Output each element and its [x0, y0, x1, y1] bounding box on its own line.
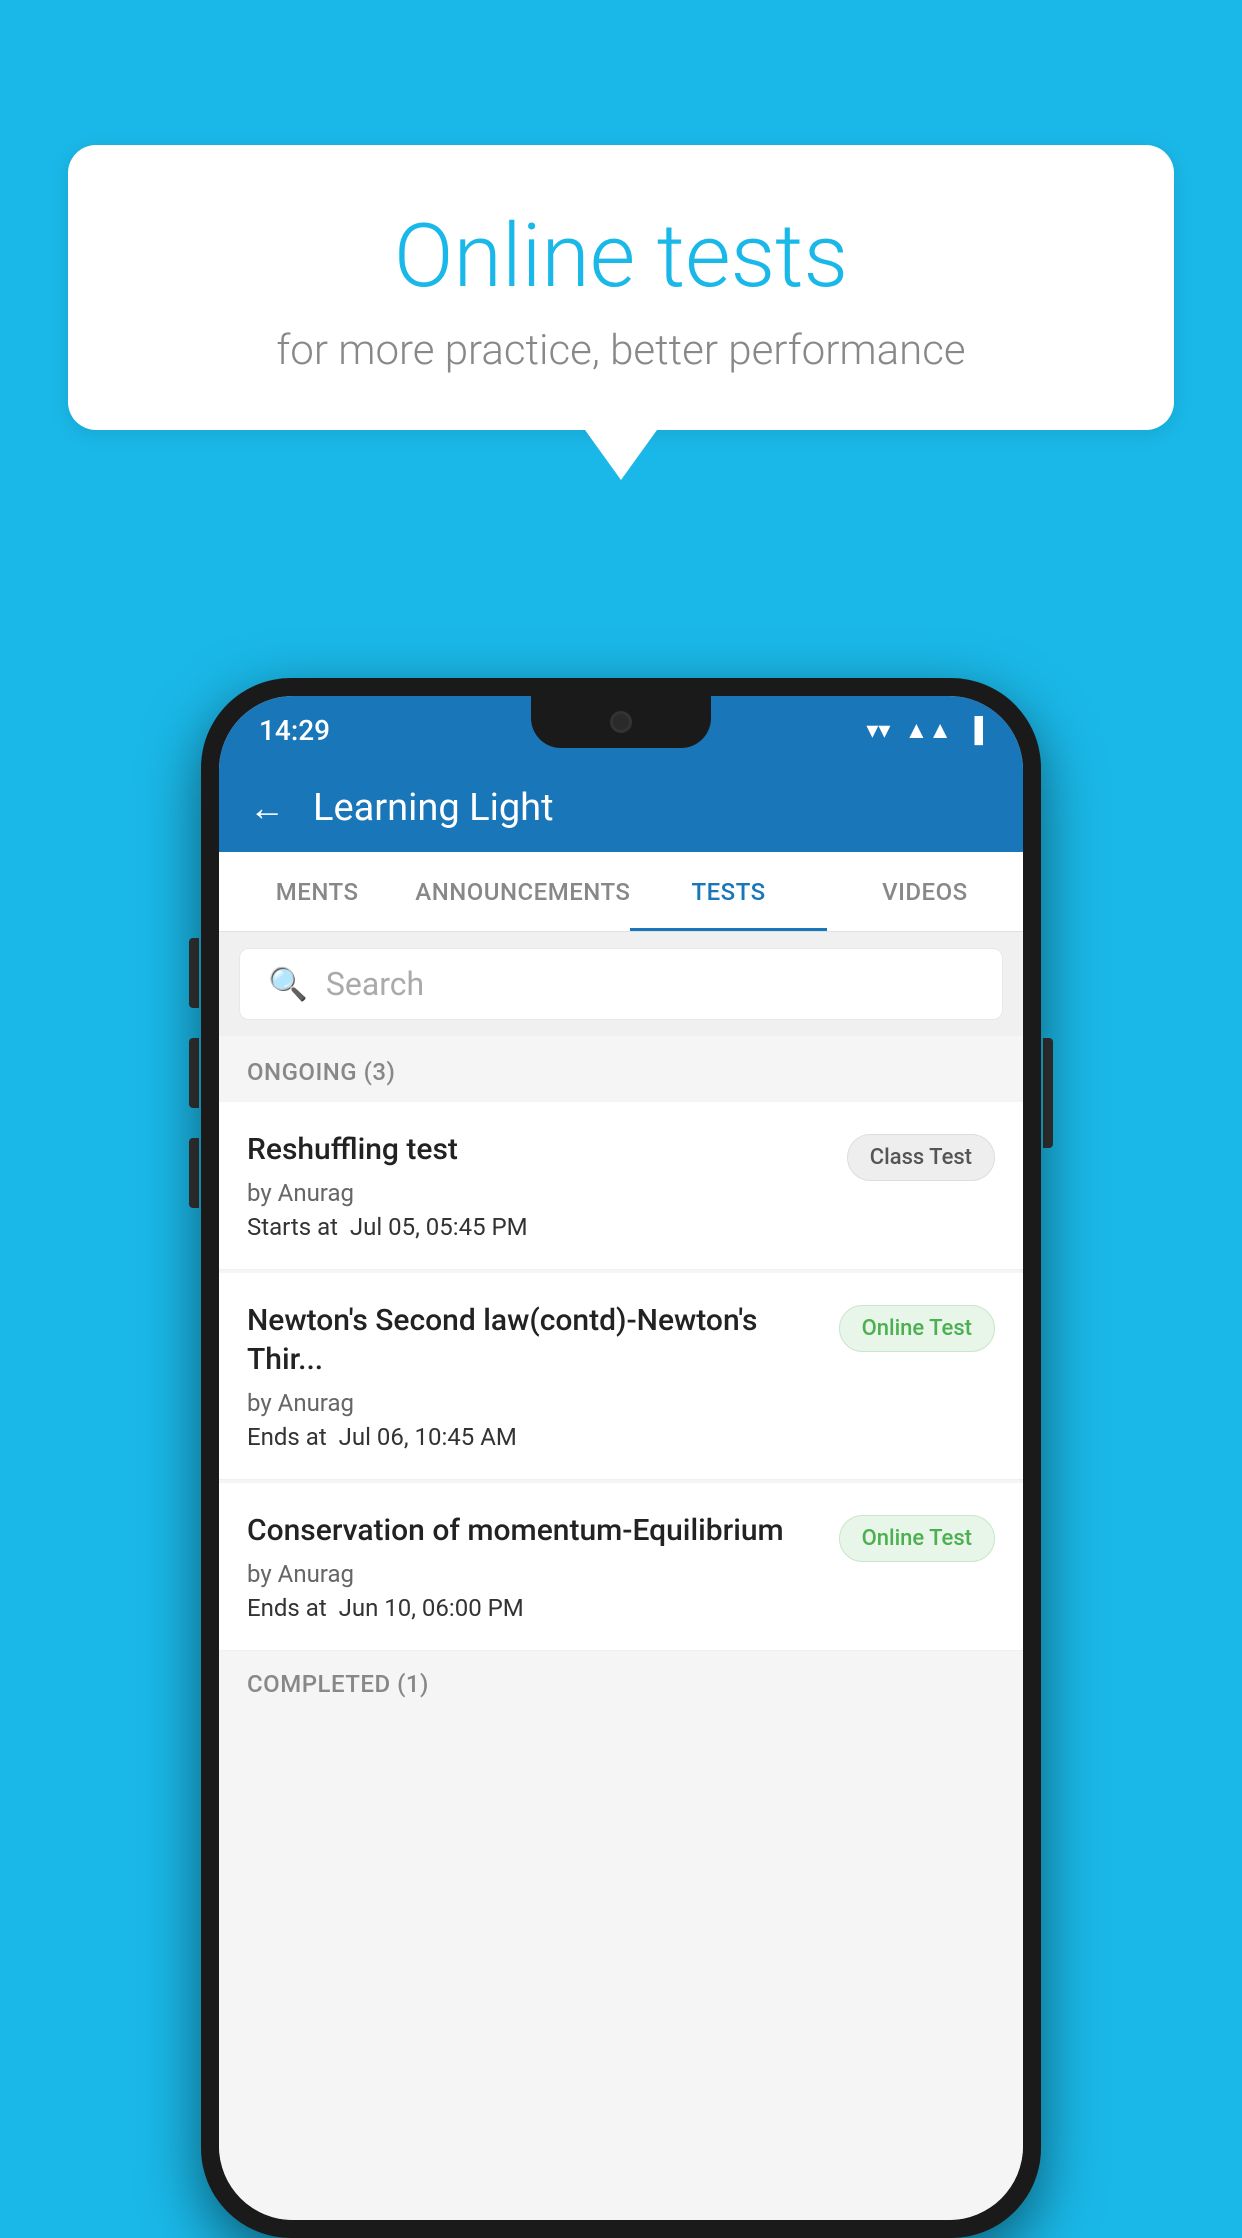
- signal-icon: ▲▲: [904, 716, 952, 745]
- badge-online-test-3: Online Test: [839, 1515, 995, 1562]
- search-container: 🔍 Search: [219, 932, 1023, 1036]
- app-title: Learning Light: [313, 786, 554, 830]
- test-title-3: Conservation of momentum-Equilibrium: [247, 1511, 823, 1550]
- tab-announcements[interactable]: ANNOUNCEMENTS: [415, 852, 630, 931]
- battery-icon: ▐: [966, 716, 983, 745]
- volume-up-button: [189, 938, 199, 1008]
- phone-screen: 14:29 ▾▾ ▲▲ ▐ ← Learning Light MENTS: [219, 696, 1023, 2220]
- completed-section-header: COMPLETED (1): [219, 1654, 1023, 1708]
- search-placeholder: Search: [326, 965, 424, 1003]
- tabs-container: MENTS ANNOUNCEMENTS TESTS VIDEOS: [219, 852, 1023, 932]
- badge-class-test-1: Class Test: [847, 1134, 995, 1181]
- speech-bubble-arrow: [585, 430, 657, 480]
- volume-down-button: [189, 1038, 199, 1108]
- ongoing-section-header: ONGOING (3): [219, 1036, 1023, 1102]
- tab-videos[interactable]: VIDEOS: [827, 852, 1023, 931]
- power-button: [1043, 1038, 1053, 1148]
- test-author-2: by Anurag: [247, 1389, 823, 1417]
- speech-bubble: Online tests for more practice, better p…: [68, 145, 1174, 430]
- speech-bubble-subtitle: for more practice, better performance: [138, 326, 1104, 375]
- back-button[interactable]: ←: [249, 787, 285, 829]
- completed-section-title: COMPLETED (1): [247, 1670, 429, 1698]
- status-time: 14:29: [259, 714, 330, 747]
- phone-frame: 14:29 ▾▾ ▲▲ ▐ ← Learning Light MENTS: [201, 678, 1041, 2238]
- test-info-2: Newton's Second law(contd)-Newton's Thir…: [247, 1301, 823, 1451]
- ongoing-section-title: ONGOING (3): [247, 1058, 395, 1086]
- content-area: ONGOING (3) Reshuffling test by Anurag S…: [219, 1036, 1023, 2220]
- phone-notch: [531, 696, 711, 748]
- search-bar[interactable]: 🔍 Search: [239, 948, 1003, 1020]
- test-author-1: by Anurag: [247, 1179, 831, 1207]
- test-date-2: Ends at Jul 06, 10:45 AM: [247, 1423, 823, 1451]
- test-item-1[interactable]: Reshuffling test by Anurag Starts at Jul…: [219, 1102, 1023, 1270]
- test-item-3[interactable]: Conservation of momentum-Equilibrium by …: [219, 1483, 1023, 1651]
- phone-container: 14:29 ▾▾ ▲▲ ▐ ← Learning Light MENTS: [201, 678, 1041, 2238]
- test-author-3: by Anurag: [247, 1560, 823, 1588]
- tab-ments[interactable]: MENTS: [219, 852, 415, 931]
- speech-bubble-container: Online tests for more practice, better p…: [68, 145, 1174, 480]
- status-icons: ▾▾ ▲▲ ▐: [866, 716, 983, 745]
- tab-tests[interactable]: TESTS: [630, 852, 826, 931]
- silent-button: [189, 1138, 199, 1208]
- test-item-2[interactable]: Newton's Second law(contd)-Newton's Thir…: [219, 1273, 1023, 1480]
- test-title-2: Newton's Second law(contd)-Newton's Thir…: [247, 1301, 823, 1379]
- search-icon: 🔍: [268, 965, 308, 1003]
- test-title-1: Reshuffling test: [247, 1130, 831, 1169]
- test-info-1: Reshuffling test by Anurag Starts at Jul…: [247, 1130, 831, 1241]
- badge-online-test-2: Online Test: [839, 1305, 995, 1352]
- speech-bubble-title: Online tests: [138, 205, 1104, 308]
- front-camera: [610, 711, 632, 733]
- test-date-3: Ends at Jun 10, 06:00 PM: [247, 1594, 823, 1622]
- wifi-icon: ▾▾: [866, 716, 890, 744]
- test-info-3: Conservation of momentum-Equilibrium by …: [247, 1511, 823, 1622]
- app-header: ← Learning Light: [219, 764, 1023, 852]
- test-date-1: Starts at Jul 05, 05:45 PM: [247, 1213, 831, 1241]
